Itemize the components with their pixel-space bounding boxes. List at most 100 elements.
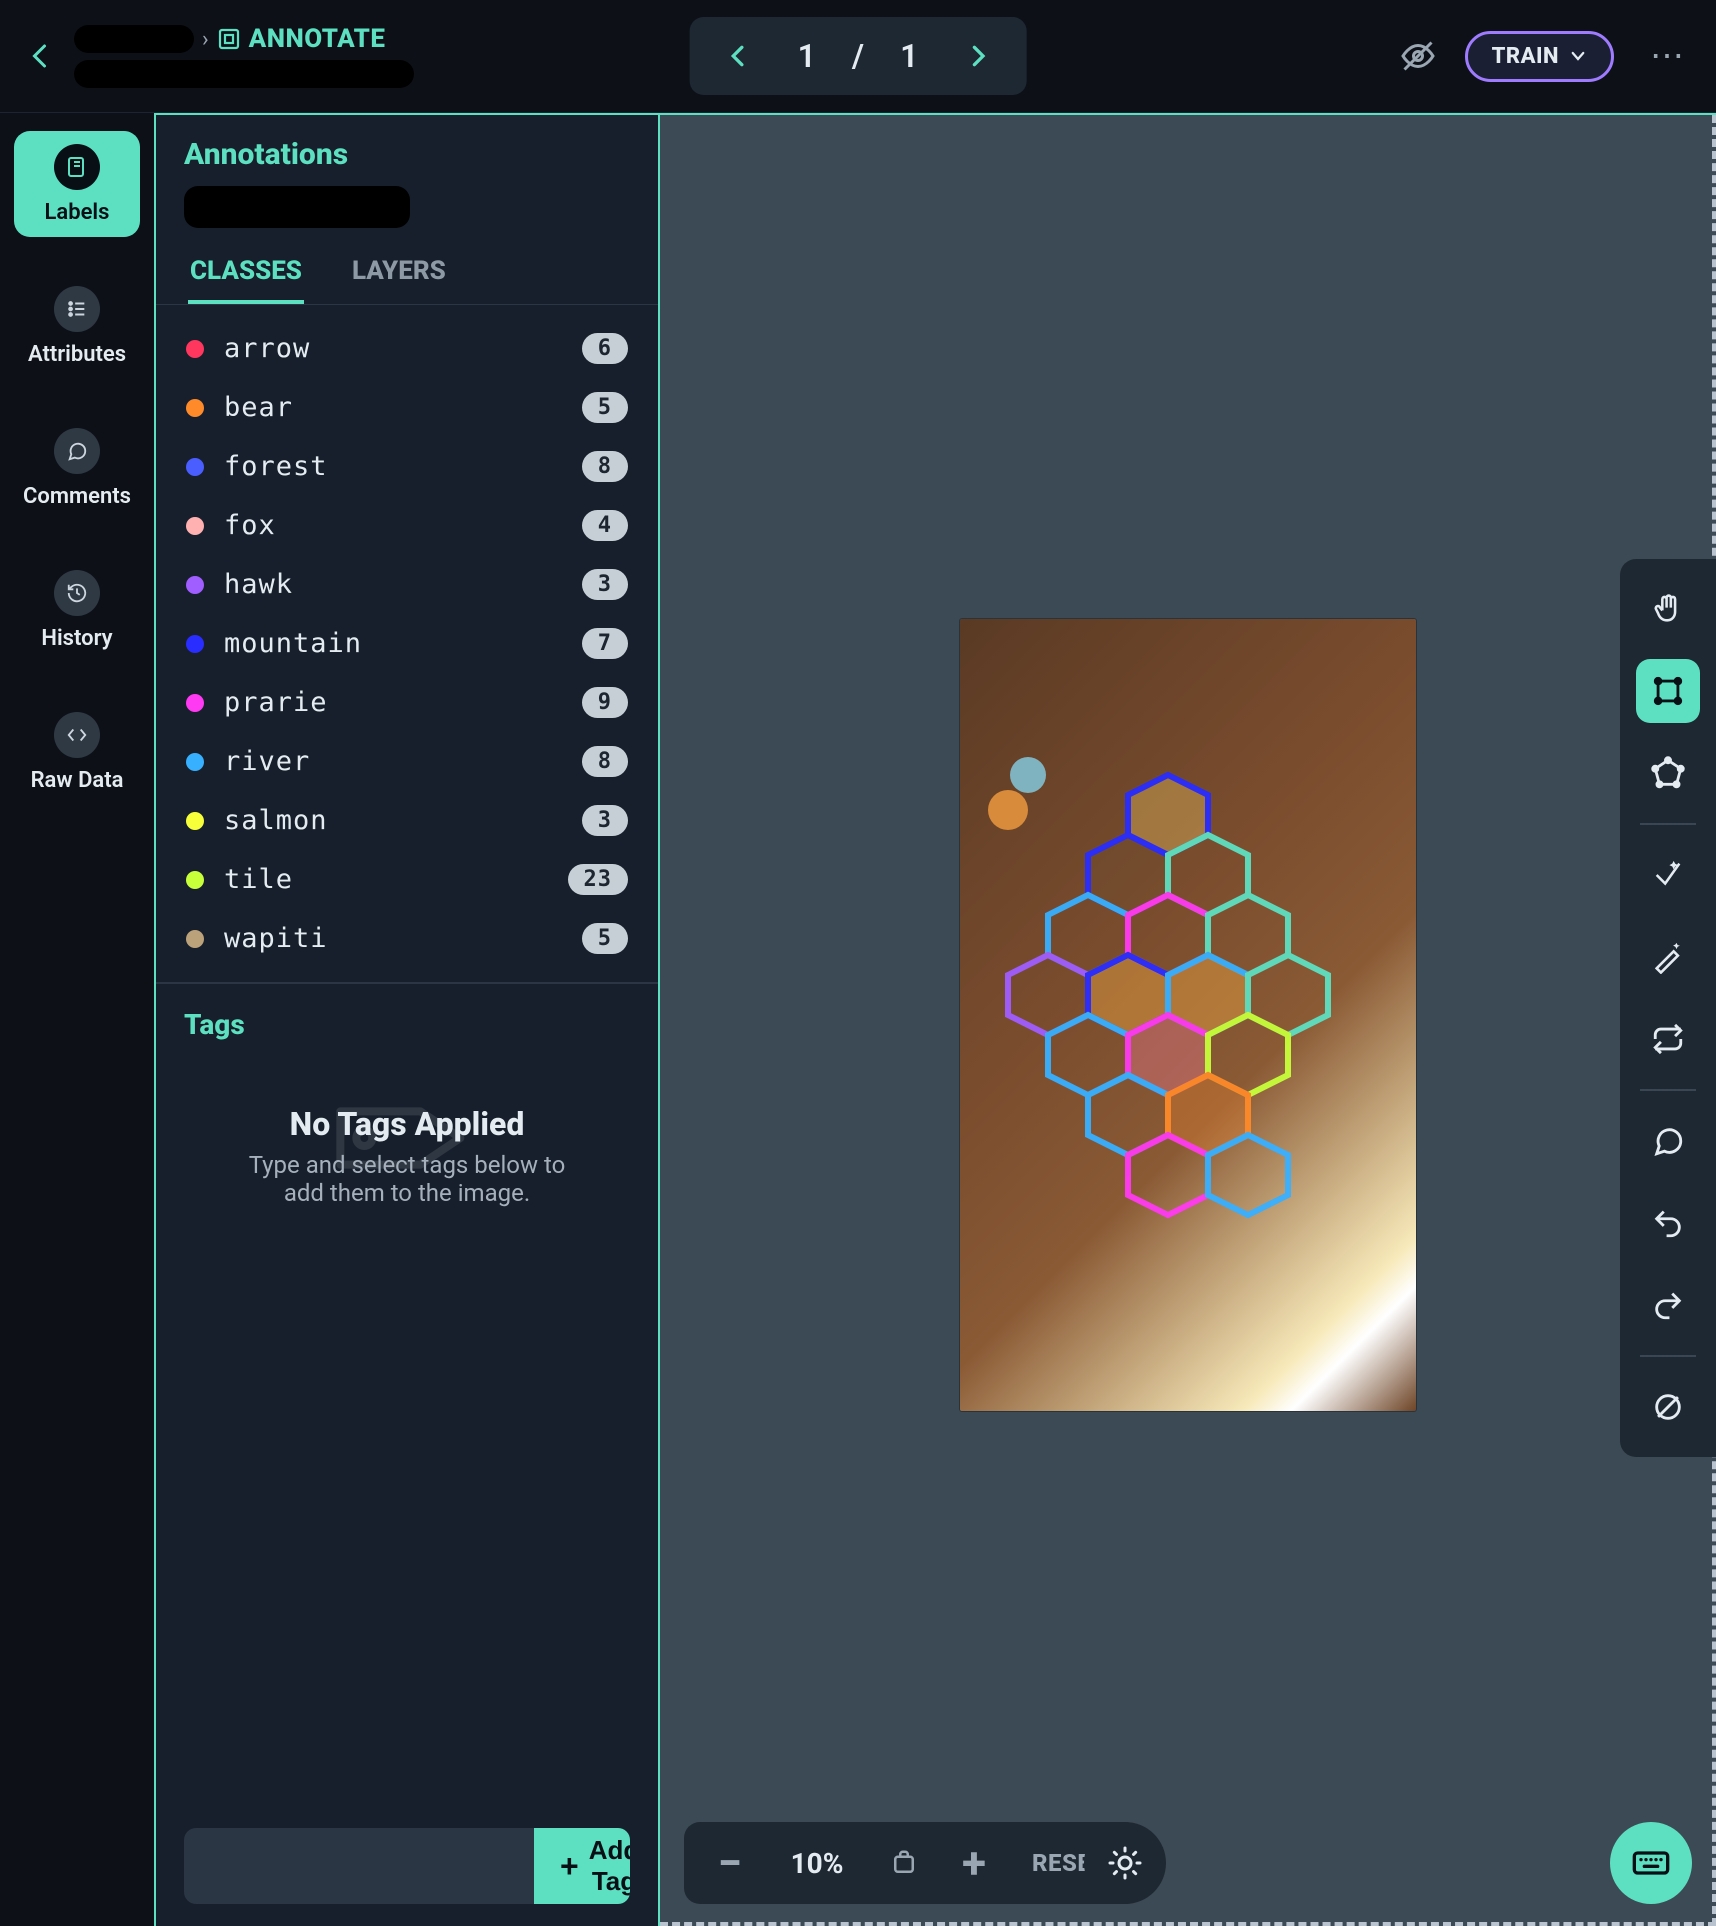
tags-empty-title: No Tags Applied (290, 1105, 525, 1143)
page-total: 1 (900, 37, 918, 75)
page-navigator: 1 / 1 (690, 17, 1027, 95)
class-row[interactable]: forest8 (166, 437, 648, 496)
class-color-swatch (186, 576, 204, 594)
class-count-badge: 3 (582, 569, 628, 600)
back-button[interactable] (22, 36, 62, 76)
train-label: TRAIN (1492, 44, 1559, 69)
class-filter-redacted[interactable] (184, 186, 410, 228)
tags-title: Tags (184, 1008, 630, 1041)
class-row[interactable]: fox4 (166, 496, 648, 555)
class-count-badge: 3 (582, 805, 628, 836)
history-icon (54, 570, 100, 616)
add-tag-label: Add Tag (589, 1835, 630, 1897)
zoom-fit-button[interactable] (882, 1841, 926, 1885)
annotate-label: ANNOTATE (249, 24, 386, 54)
class-name: bear (224, 392, 293, 423)
rail-comments[interactable]: Comments (14, 415, 140, 521)
keyboard-shortcuts-button[interactable] (1610, 1822, 1692, 1904)
class-color-swatch (186, 871, 204, 889)
more-menu-button[interactable]: ⋯ (1640, 30, 1694, 82)
class-row[interactable]: tile23 (166, 850, 648, 909)
class-row[interactable]: prarie 9 (166, 673, 648, 732)
class-name: salmon (224, 805, 328, 836)
class-color-swatch (186, 517, 204, 535)
class-row[interactable]: hawk 3 (166, 555, 648, 614)
train-button[interactable]: TRAIN (1465, 31, 1614, 82)
class-count-badge: 9 (582, 687, 628, 718)
zoom-bar: − 10% + RESET (684, 1822, 1141, 1904)
class-color-swatch (186, 458, 204, 476)
tool-palette (1620, 559, 1716, 1457)
class-name: arrow (224, 333, 310, 364)
tag-input[interactable] (184, 1828, 534, 1904)
zoom-out-button[interactable]: − (708, 1841, 752, 1885)
rail-labels[interactable]: Labels (14, 131, 140, 237)
tab-layers[interactable]: LAYERS (350, 256, 448, 305)
rail-comments-text: Comments (23, 484, 131, 509)
class-name: hawk (224, 569, 293, 600)
zoom-value: 10% (778, 1847, 856, 1880)
annotation-overlay (960, 619, 1416, 1411)
project-name-redacted (74, 25, 194, 53)
rail-rawdata-text: Raw Data (31, 768, 124, 793)
rail-rawdata[interactable]: Raw Data (14, 699, 140, 805)
page-current: 1 (798, 37, 816, 75)
rail-history-text: History (41, 626, 112, 651)
tags-pane: Tags No Tags Applied Type and select tag… (156, 984, 658, 1926)
class-list: arrow6bear5forest8fox4hawk3mountain7prar… (156, 305, 658, 982)
rail-attributes-text: Attributes (28, 342, 126, 367)
annotations-panel: Annotations CLASSES LAYERS arrow6bear5fo… (156, 113, 660, 1926)
annotated-image[interactable] (960, 619, 1416, 1411)
class-color-swatch (186, 694, 204, 712)
class-name: tile (224, 864, 293, 895)
side-rail: Labels Attributes Comments History Raw D… (0, 113, 156, 1926)
class-color-swatch (186, 930, 204, 948)
panel-title: Annotations (184, 137, 630, 172)
breadcrumb-annotate[interactable]: ANNOTATE (217, 24, 386, 54)
brightness-button[interactable] (1084, 1822, 1166, 1904)
tab-classes[interactable]: CLASSES (188, 256, 304, 305)
visibility-toggle-icon[interactable] (1397, 35, 1439, 77)
rail-labels-text: Labels (45, 200, 110, 225)
class-name: forest (224, 451, 328, 482)
class-color-swatch (186, 753, 204, 771)
next-image-button[interactable] (954, 33, 1000, 79)
dataset-name-redacted (74, 60, 414, 88)
page-separator: / (852, 37, 864, 75)
prev-image-button[interactable] (716, 33, 762, 79)
code-icon (54, 712, 100, 758)
repeat-tool[interactable] (1636, 1007, 1700, 1071)
class-name: wapiti (224, 923, 328, 954)
class-name: mountain (224, 628, 362, 659)
class-color-swatch (186, 812, 204, 830)
class-row[interactable]: mountain7 (166, 614, 648, 673)
polygon-tool[interactable] (1636, 741, 1700, 805)
class-row[interactable]: arrow 6 (166, 319, 648, 378)
add-tag-button[interactable]: + Add Tag (534, 1828, 630, 1904)
class-name: river (224, 746, 310, 777)
magic-wand-tool[interactable] (1636, 925, 1700, 989)
comment-tool[interactable] (1636, 1109, 1700, 1173)
class-color-swatch (186, 340, 204, 358)
undo-button[interactable] (1636, 1191, 1700, 1255)
class-row[interactable]: salmon 3 (166, 791, 648, 850)
class-count-badge: 5 (582, 923, 628, 954)
smart-select-tool[interactable] (1636, 843, 1700, 907)
class-row[interactable]: river8 (166, 732, 648, 791)
redo-button[interactable] (1636, 1273, 1700, 1337)
class-name: prarie (224, 687, 328, 718)
tags-empty-body: Type and select tags below to add them t… (227, 1151, 587, 1207)
class-row[interactable]: bear5 (166, 378, 648, 437)
class-color-swatch (186, 399, 204, 417)
canvas-area[interactable]: − 10% + RESET (660, 113, 1716, 1926)
null-tool[interactable] (1636, 1375, 1700, 1439)
list-icon (54, 286, 100, 332)
chevron-right-icon: › (202, 27, 209, 52)
class-row[interactable]: wapiti 5 (166, 909, 648, 968)
rail-history[interactable]: History (14, 557, 140, 663)
rail-attributes[interactable]: Attributes (14, 273, 140, 379)
bbox-tool[interactable] (1636, 659, 1700, 723)
zoom-in-button[interactable]: + (952, 1841, 996, 1885)
hand-tool[interactable] (1636, 577, 1700, 641)
class-count-badge: 6 (582, 333, 628, 364)
